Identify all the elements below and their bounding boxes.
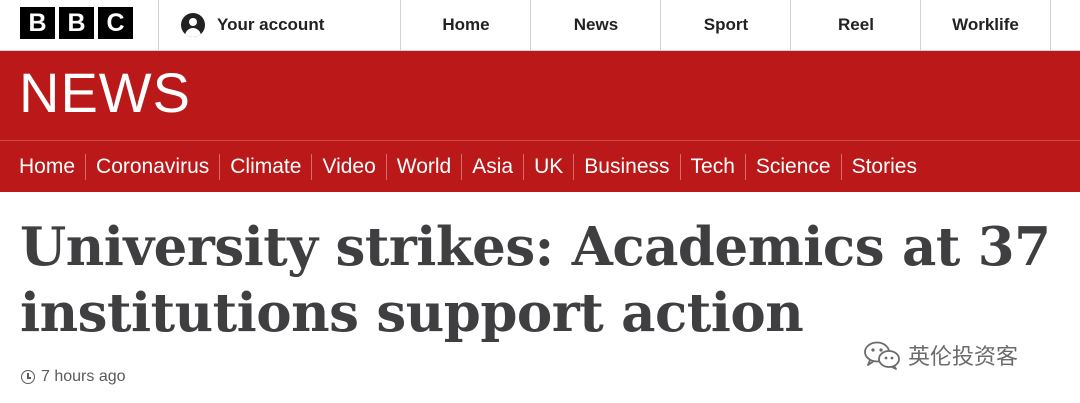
news-wordmark[interactable]: NEWS — [19, 65, 191, 121]
article-headline: University strikes: Academics at 37 inst… — [20, 216, 1051, 344]
news-nav-world[interactable]: World — [387, 153, 463, 180]
topnav-sport[interactable]: Sport — [660, 0, 791, 50]
bbc-logo-letter: B — [20, 7, 55, 39]
news-nav-asia[interactable]: Asia — [462, 153, 525, 180]
topnav-news[interactable]: News — [530, 0, 661, 50]
news-nav-uk[interactable]: UK — [524, 153, 575, 180]
news-banner: NEWS — [0, 51, 1080, 140]
bbc-logo[interactable]: B B C — [20, 7, 133, 39]
news-nav-science[interactable]: Science — [746, 153, 842, 180]
bbc-logo-letter: C — [98, 7, 133, 39]
article-timestamp: 7 hours ago — [21, 368, 126, 386]
news-section-nav: Home Coronavirus Climate Video World Asi… — [0, 140, 1080, 192]
wechat-watermark: 英伦投资客 — [862, 339, 1018, 371]
watermark-text: 英伦投资客 — [908, 345, 1019, 370]
your-account-link[interactable]: Your account — [158, 0, 401, 50]
news-nav-home[interactable]: Home — [9, 153, 87, 180]
topnav-reel[interactable]: Reel — [790, 0, 921, 50]
timestamp-text: 7 hours ago — [41, 368, 126, 385]
bbc-logo-letter: B — [59, 7, 94, 39]
news-nav-climate[interactable]: Climate — [220, 153, 313, 180]
topnav-worklife[interactable]: Worklife — [920, 0, 1051, 50]
topnav-home[interactable]: Home — [400, 0, 531, 50]
your-account-label: Your account — [217, 15, 325, 34]
news-nav-coronavirus[interactable]: Coronavirus — [86, 153, 221, 180]
news-nav-video[interactable]: Video — [312, 153, 387, 180]
news-nav-stories[interactable]: Stories — [842, 154, 927, 180]
clock-icon — [21, 370, 35, 384]
news-nav-business[interactable]: Business — [574, 153, 681, 180]
wechat-icon — [864, 341, 900, 370]
account-icon — [181, 13, 205, 37]
bbc-top-bar: B B C Your account Home News Sport Reel … — [0, 0, 1080, 51]
news-nav-tech[interactable]: Tech — [681, 153, 746, 180]
